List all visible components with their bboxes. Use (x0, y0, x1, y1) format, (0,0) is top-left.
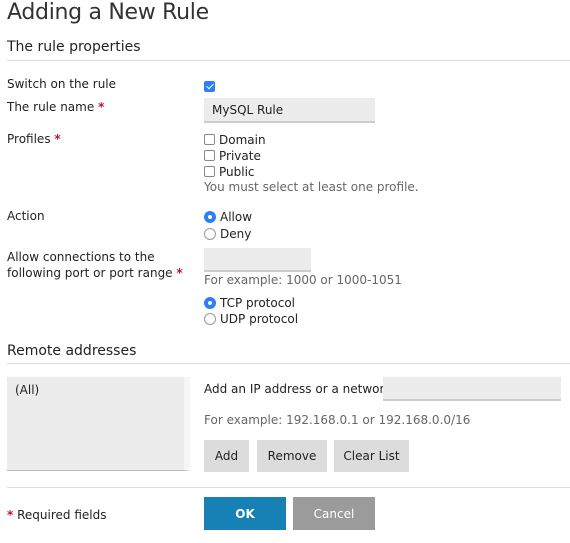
profiles-label-text: Profiles (7, 132, 51, 146)
clear-list-button[interactable]: Clear List (334, 440, 409, 472)
action-allow[interactable]: Allow (204, 208, 252, 225)
required-fields-text: Required fields (17, 508, 107, 522)
action-deny-label: Deny (220, 226, 252, 241)
protocol-udp[interactable]: UDP protocol (204, 310, 298, 327)
page-title: Adding a New Rule (7, 0, 209, 25)
port-label-text: following port or port range (7, 266, 173, 280)
protocol-tcp-label: TCP protocol (220, 295, 296, 310)
required-mark: * (7, 508, 14, 522)
action-allow-radio[interactable] (204, 210, 216, 223)
profile-private-checkbox[interactable] (204, 150, 215, 161)
divider (7, 363, 570, 364)
port-label-line2: following port or port range * (7, 265, 183, 281)
protocol-udp-radio[interactable] (204, 312, 216, 325)
add-button[interactable]: Add (204, 440, 249, 472)
protocol-tcp-radio[interactable] (204, 296, 216, 309)
profile-domain[interactable]: Domain (204, 131, 266, 148)
remove-button[interactable]: Remove (257, 440, 327, 472)
protocol-udp-label: UDP protocol (220, 311, 299, 326)
switch-on-label: Switch on the rule (7, 77, 117, 91)
profile-public-label: Public (219, 164, 255, 179)
rule-properties-heading: The rule properties (7, 39, 141, 55)
divider (7, 60, 570, 61)
action-allow-label: Allow (220, 209, 253, 224)
add-address-label: Add an IP address or a network: (204, 382, 396, 396)
port-label-line1: Allow connections to the (7, 250, 155, 264)
profile-domain-label: Domain (219, 132, 266, 147)
add-address-input[interactable] (383, 377, 561, 401)
profiles-hint: You must select at least one profile. (204, 180, 419, 194)
action-deny[interactable]: Deny (204, 225, 251, 242)
profile-public-checkbox[interactable] (204, 166, 215, 177)
switch-on-checkbox-wrap[interactable] (204, 78, 215, 94)
required-mark: * (176, 266, 183, 280)
ok-button[interactable]: OK (204, 497, 286, 530)
divider (7, 487, 570, 488)
action-label: Action (7, 209, 45, 223)
cancel-button[interactable]: Cancel (293, 497, 375, 530)
rule-name-label: The rule name * (7, 99, 104, 115)
rule-name-input[interactable] (204, 98, 375, 123)
port-hint: For example: 1000 or 1000-1051 (204, 273, 402, 287)
address-hint: For example: 192.168.0.1 or 192.168.0.0/… (204, 413, 471, 427)
protocol-tcp[interactable]: TCP protocol (204, 294, 295, 311)
profiles-label: Profiles * (7, 131, 61, 147)
profile-private[interactable]: Private (204, 147, 261, 164)
switch-on-checkbox[interactable] (204, 81, 215, 92)
port-input[interactable] (204, 248, 311, 272)
rule-name-label-text: The rule name (7, 100, 95, 114)
profile-private-label: Private (219, 148, 261, 163)
required-mark: * (54, 132, 61, 146)
required-mark: * (98, 100, 105, 114)
profile-public[interactable]: Public (204, 163, 255, 180)
remote-addresses-heading: Remote addresses (7, 343, 137, 359)
remote-address-list[interactable]: (All) (7, 377, 190, 471)
profile-domain-checkbox[interactable] (204, 134, 215, 145)
action-deny-radio[interactable] (204, 227, 216, 240)
required-fields-note: * Required fields (7, 507, 106, 523)
list-item[interactable]: (All) (15, 383, 176, 397)
